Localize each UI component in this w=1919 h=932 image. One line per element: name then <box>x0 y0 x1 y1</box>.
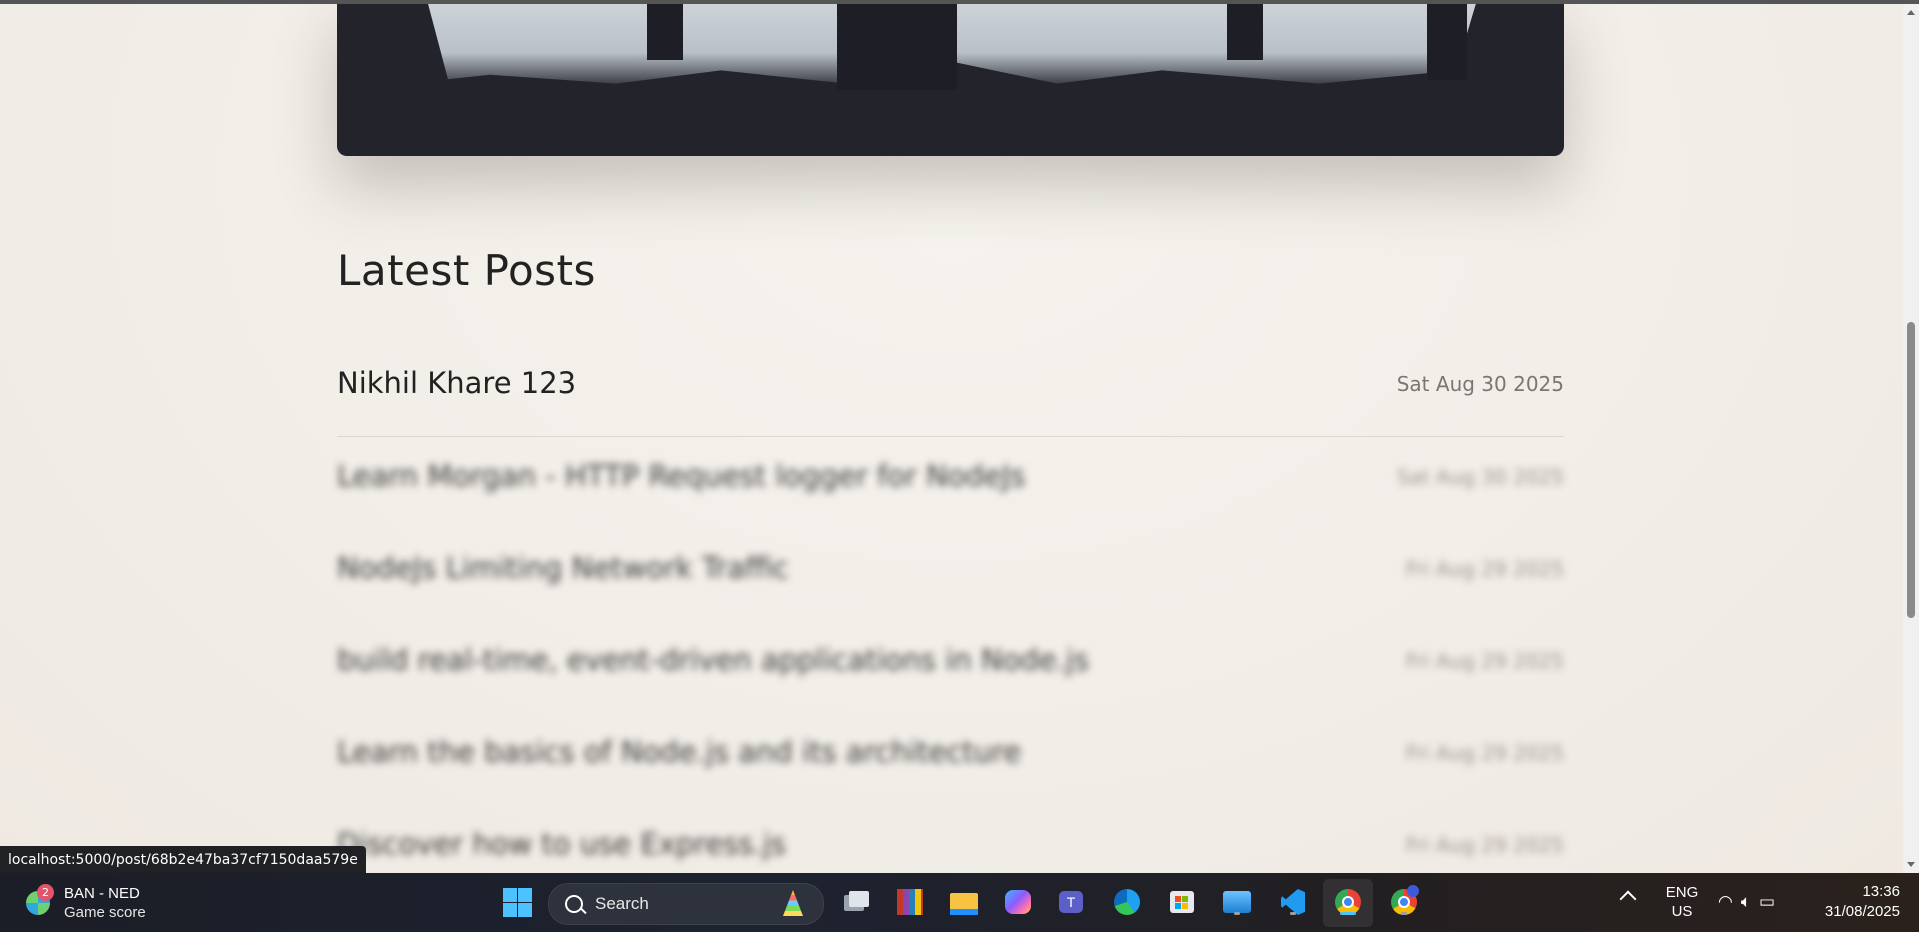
web-page: Latest Posts Nikhil Khare 123 Sat Aug 30… <box>0 4 1903 873</box>
hero-post <box>1427 4 1467 80</box>
clock[interactable]: 13:36 31/08/2025 <box>1810 882 1900 922</box>
chrome-icon-center <box>1398 896 1410 908</box>
notification-badge: 2 <box>37 884 54 901</box>
post-date: Fri Aug 29 2025 <box>1405 649 1564 673</box>
profile-badge-icon <box>1407 885 1419 897</box>
winrar-button[interactable] <box>893 885 927 919</box>
windows-logo-icon <box>503 888 517 902</box>
photos-button[interactable] <box>1220 885 1254 919</box>
winrar-icon <box>897 889 923 915</box>
post-item[interactable]: Learn Morgan - HTTP Request logger for N… <box>337 437 1564 529</box>
windows-logo-icon <box>503 903 517 917</box>
post-date: Sat Aug 30 2025 <box>1396 465 1564 489</box>
task-view-button[interactable] <box>838 885 872 919</box>
search-highlight-icon <box>783 890 803 916</box>
scrollbar-thumb[interactable] <box>1907 322 1915 618</box>
region-code: US <box>1671 903 1693 920</box>
wifi-icon: ◠ <box>1718 892 1741 912</box>
system-tray-icons[interactable]: ◠🔈︎▭ <box>1718 892 1783 912</box>
windows-logo-icon <box>518 888 532 902</box>
post-title[interactable]: NodeJs Limiting Network Traffic <box>337 551 789 585</box>
post-item[interactable]: NodeJs Limiting Network Traffic Fri Aug … <box>337 529 1564 621</box>
post-item[interactable]: build real-time, event-driven applicatio… <box>337 621 1564 713</box>
post-date: Fri Aug 29 2025 <box>1405 557 1564 581</box>
edge-icon <box>1114 889 1140 915</box>
post-list: Nikhil Khare 123 Sat Aug 30 2025 Learn M… <box>337 344 1564 873</box>
store-tile-blue <box>1175 903 1181 909</box>
windows-logo-icon <box>518 903 532 917</box>
post-date: Fri Aug 29 2025 <box>1405 741 1564 765</box>
search-label: Search <box>595 894 649 913</box>
task-view-icon <box>849 891 869 907</box>
hero-post <box>837 4 957 90</box>
section-title: Latest Posts <box>337 246 596 295</box>
clock-time: 13:36 <box>1862 883 1900 900</box>
widget-title: BAN - NED <box>64 885 140 902</box>
post-title[interactable]: Learn Morgan - HTTP Request logger for N… <box>337 459 1025 493</box>
taskbar-search[interactable]: Search <box>548 883 824 925</box>
widget-subtitle: Game score <box>64 904 146 921</box>
input-language[interactable]: ENG US <box>1662 883 1702 921</box>
post-item[interactable]: Nikhil Khare 123 Sat Aug 30 2025 <box>337 344 1564 437</box>
hero-post <box>647 4 683 60</box>
chrome-button[interactable] <box>1331 885 1365 919</box>
edge-button[interactable] <box>1110 885 1144 919</box>
post-title[interactable]: Nikhil Khare 123 <box>337 366 576 400</box>
battery-icon: ▭ <box>1759 892 1784 912</box>
scroll-up-icon[interactable] <box>1907 10 1915 15</box>
volume-icon: 🔈︎ <box>1740 892 1760 912</box>
store-tile-yellow <box>1182 903 1188 909</box>
copilot-button[interactable] <box>1001 885 1035 919</box>
hero-image <box>337 4 1564 156</box>
chrome-icon-center <box>1342 896 1354 908</box>
microsoft-store-button[interactable] <box>1165 885 1199 919</box>
post-item[interactable]: Discover how to use Express.js Fri Aug 2… <box>337 805 1564 873</box>
start-button[interactable] <box>500 885 534 919</box>
running-indicator <box>1234 912 1240 915</box>
store-icon <box>1170 891 1194 913</box>
teams-button[interactable]: T <box>1055 885 1089 919</box>
vscode-button[interactable] <box>1276 885 1310 919</box>
post-title[interactable]: Learn the basics of Node.js and its arch… <box>337 735 1021 769</box>
photos-icon <box>1223 891 1251 913</box>
teams-icon: T <box>1059 891 1083 913</box>
running-indicator <box>1290 912 1296 915</box>
copilot-icon <box>1005 890 1031 914</box>
post-date: Sat Aug 30 2025 <box>1396 372 1564 396</box>
page-scrollbar[interactable] <box>1903 4 1919 873</box>
post-title[interactable]: build real-time, event-driven applicatio… <box>337 643 1089 677</box>
chrome-profile-button[interactable] <box>1387 885 1421 919</box>
active-indicator <box>1340 912 1356 915</box>
running-indicator <box>1401 912 1407 915</box>
store-tile-red <box>1175 896 1181 902</box>
taskbar: 2 BAN - NED Game score Search T ENG US ◠… <box>0 873 1919 932</box>
show-hidden-icons-chevron-icon[interactable] <box>1619 890 1637 908</box>
post-date: Fri Aug 29 2025 <box>1405 833 1564 857</box>
scroll-down-icon[interactable] <box>1907 862 1915 867</box>
folder-icon-stripe <box>950 909 978 915</box>
post-title[interactable]: Discover how to use Express.js <box>337 827 786 861</box>
post-item[interactable]: Learn the basics of Node.js and its arch… <box>337 713 1564 805</box>
search-icon <box>565 895 583 913</box>
file-explorer-button[interactable] <box>947 885 981 919</box>
link-status-bar: localhost:5000/post/68b2e47ba37cf7150daa… <box>0 846 366 874</box>
store-tile-green <box>1182 896 1188 902</box>
language-code: ENG <box>1665 884 1699 901</box>
hero-post <box>1227 4 1263 60</box>
clock-date: 31/08/2025 <box>1824 903 1900 920</box>
widgets-button[interactable]: 2 BAN - NED Game score <box>22 882 152 922</box>
